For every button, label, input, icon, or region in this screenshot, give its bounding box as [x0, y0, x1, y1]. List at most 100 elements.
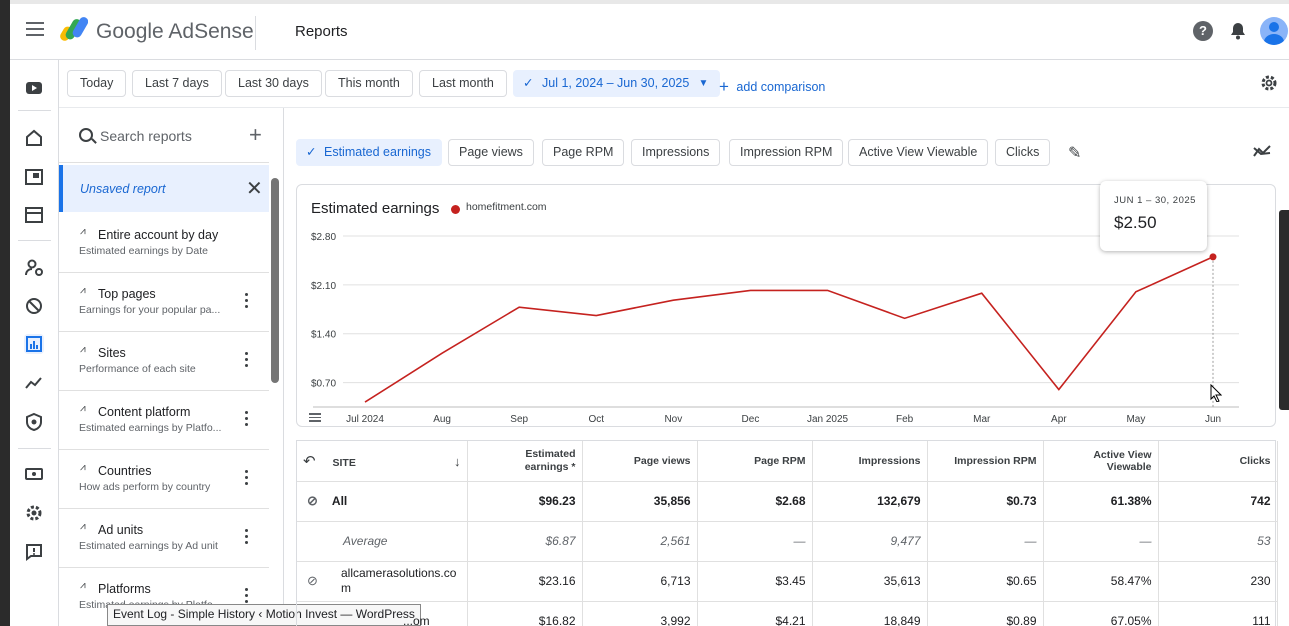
report-title: Platforms	[98, 582, 151, 596]
report-item[interactable]: ⩘ Entire account by day Estimated earnin…	[59, 214, 269, 273]
site-name: allcamerasolutions.com	[341, 566, 457, 595]
trend-icon: ⩘	[80, 403, 86, 414]
report-item[interactable]: ⩘ Countries How ads perform by country	[59, 450, 269, 509]
cell: $0.65	[927, 561, 1044, 602]
table-row[interactable]: ...om $16.82 3,992 $4.21 18,849 $0.89 67…	[297, 601, 1278, 626]
column-header-impression-rpm[interactable]: Impression RPM	[927, 441, 1044, 482]
trend-icon: ⩘	[80, 344, 86, 355]
x-tick-label: Oct	[588, 414, 604, 425]
more-vert-icon[interactable]	[245, 411, 249, 427]
sites-icon[interactable]	[24, 205, 44, 225]
metric-chip-impressions[interactable]: Impressions	[631, 139, 721, 166]
chart-menu-icon[interactable]	[309, 413, 321, 422]
metric-chip-active-view[interactable]: Active View Viewable	[848, 139, 989, 166]
youtube-icon[interactable]	[24, 78, 44, 98]
policy-center-icon[interactable]	[24, 412, 44, 432]
metric-chip-page-rpm[interactable]: Page RPM	[542, 139, 625, 166]
metric-chip-clicks[interactable]: Clicks	[995, 139, 1051, 166]
table-row[interactable]: ⊘ All $96.23 35,856 $2.68 132,679 $0.73 6…	[297, 481, 1278, 522]
site-cell: ⊘ All	[297, 481, 468, 522]
report-title: Countries	[98, 464, 152, 478]
gear-icon[interactable]	[1259, 73, 1279, 93]
metric-chip-estimated-earnings[interactable]: ✓ Estimated earnings	[296, 139, 443, 166]
trend-icon: ⩘	[80, 285, 86, 296]
site-cell: ...om	[297, 601, 468, 626]
cell: 67.05%	[1043, 601, 1159, 626]
filter-last-7-days[interactable]: Last 7 days	[132, 70, 222, 97]
back-arrow-icon[interactable]: ↶	[303, 453, 316, 470]
report-item[interactable]: ⩘ Top pages Earnings for your popular pa…	[59, 273, 269, 332]
more-vert-icon[interactable]	[245, 352, 249, 368]
unsaved-report-item[interactable]: Unsaved report ✕	[59, 165, 269, 212]
edit-pencil-icon[interactable]: ✎	[1068, 143, 1081, 163]
table-row[interactable]: ⊘ allcamerasolutions.com $23.16 6,713 $3.…	[297, 561, 1278, 602]
report-item[interactable]: ⩘ Content platform Estimated earnings by…	[59, 391, 269, 450]
report-item[interactable]: ⩘ Sites Performance of each site	[59, 332, 269, 391]
check-icon: ✓	[306, 145, 317, 159]
add-comparison-button[interactable]: + add comparison	[719, 76, 825, 96]
search-reports[interactable]: Search reports +	[59, 108, 269, 163]
date-range-picker[interactable]: ✓ Jul 1, 2024 – Jun 30, 2025 ▼	[513, 70, 721, 97]
metric-chip-page-views[interactable]: Page views	[448, 139, 534, 166]
x-tick-label: May	[1126, 414, 1145, 425]
filter-last-month[interactable]: Last month	[419, 70, 507, 97]
rail-divider	[18, 240, 51, 241]
cell: $0.73	[927, 481, 1044, 522]
more-vert-icon[interactable]	[245, 470, 249, 486]
cell: 35,613	[812, 561, 928, 602]
visibility-off-icon[interactable]: ⊘	[307, 493, 318, 509]
ads-icon[interactable]	[24, 167, 44, 187]
site-name: Average	[343, 534, 388, 548]
report-subtitle: Earnings for your popular pa...	[79, 304, 221, 316]
x-tick-label: Jan 2025	[807, 414, 849, 425]
new-report-plus-icon[interactable]: +	[249, 122, 262, 148]
feedback-icon[interactable]	[24, 542, 44, 562]
help-icon[interactable]: ?	[1193, 21, 1213, 41]
reports-icon[interactable]	[24, 334, 44, 354]
metric-label: Estimated earnings	[324, 145, 432, 159]
series-line	[364, 256, 1214, 403]
column-header-site[interactable]: ↶ SITE ↓	[297, 441, 468, 482]
column-header-estimated-earnings[interactable]: Estimated earnings *	[467, 441, 583, 482]
filter-today[interactable]: Today	[67, 70, 127, 97]
earnings-chart-card: Estimated earnings homefitment.com $0.70…	[296, 181, 1276, 427]
visibility-off-icon[interactable]: ⊘	[307, 573, 318, 588]
header-divider	[255, 16, 256, 50]
unsaved-report-label: Unsaved report	[80, 182, 166, 196]
plus-icon: +	[719, 77, 729, 96]
metric-chip-impression-rpm[interactable]: Impression RPM	[729, 139, 844, 166]
column-header-page-rpm[interactable]: Page RPM	[697, 441, 813, 482]
filter-last-30-days[interactable]: Last 30 days	[225, 70, 322, 97]
cell: 61.38%	[1043, 481, 1159, 522]
avatar[interactable]	[1260, 17, 1288, 45]
report-item[interactable]: ⩘ Ad units Estimated earnings by Ad unit	[59, 509, 269, 568]
search-input[interactable]: Search reports	[100, 128, 192, 144]
privacy-icon[interactable]	[24, 258, 44, 278]
more-vert-icon[interactable]	[245, 529, 249, 545]
optimization-icon[interactable]	[24, 373, 44, 393]
menu-icon[interactable]	[26, 22, 44, 38]
column-header-impressions[interactable]: Impressions	[812, 441, 928, 482]
sort-down-icon[interactable]: ↓	[454, 454, 461, 469]
trend-icon: ⩘	[80, 580, 86, 591]
column-header-clicks[interactable]: Clicks	[1158, 441, 1278, 482]
mouse-cursor-icon	[1210, 384, 1222, 402]
filter-this-month[interactable]: This month	[325, 70, 413, 97]
column-header-active-view[interactable]: Active View Viewable	[1043, 441, 1159, 482]
account-settings-icon[interactable]	[24, 503, 44, 523]
home-icon[interactable]	[24, 128, 44, 148]
site-name: All	[331, 494, 348, 508]
block-icon[interactable]	[24, 296, 44, 316]
sidebar-scrollbar[interactable]	[271, 178, 279, 383]
column-header-page-views[interactable]: Page views	[582, 441, 698, 482]
chart-type-icon[interactable]	[1253, 144, 1271, 158]
report-table: ↶ SITE ↓ Estimated earnings * Page views…	[296, 440, 1278, 626]
payments-icon[interactable]	[24, 464, 44, 484]
more-vert-icon[interactable]	[245, 293, 249, 309]
more-vert-icon[interactable]	[245, 588, 249, 604]
close-icon[interactable]: ✕	[246, 176, 263, 201]
bell-icon[interactable]	[1228, 21, 1248, 41]
y-tick-label: $2.10	[311, 281, 336, 292]
cell: $0.89	[927, 601, 1044, 626]
y-tick-label: $1.40	[311, 330, 336, 341]
